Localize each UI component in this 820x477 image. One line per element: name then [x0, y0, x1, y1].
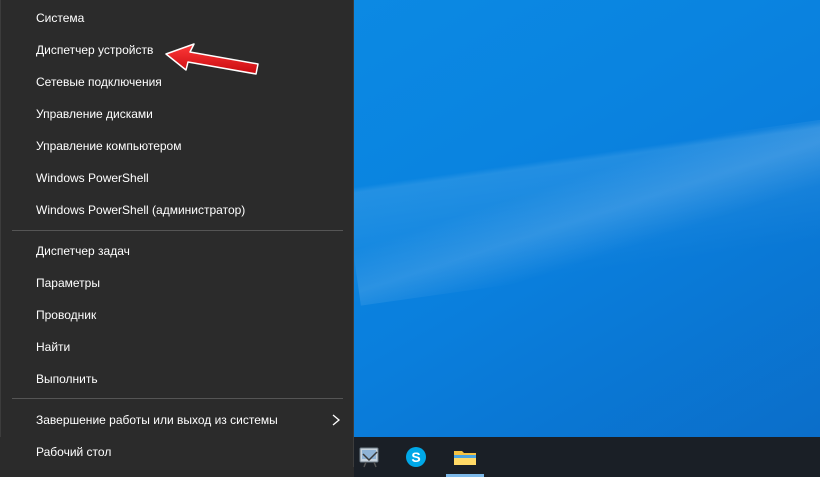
menu-item-task-manager[interactable]: Диспетчер задач — [0, 236, 353, 266]
chevron-right-icon — [332, 414, 341, 426]
menu-item-label: Windows PowerShell (администратор) — [36, 203, 246, 217]
menu-item-label: Завершение работы или выход из системы — [36, 413, 278, 427]
control-panel-icon[interactable] — [356, 443, 384, 471]
file-explorer-icon[interactable] — [451, 443, 479, 471]
menu-item-label: Параметры — [36, 276, 100, 290]
menu-item-label: Windows PowerShell — [36, 171, 149, 185]
menu-item-label: Система — [36, 11, 85, 25]
menu-item-file-explorer[interactable]: Проводник — [0, 300, 353, 330]
menu-item-system[interactable]: Система — [0, 3, 353, 33]
menu-item-label: Управление дисками — [36, 107, 153, 121]
menu-item-label: Управление компьютером — [36, 139, 182, 153]
skype-icon[interactable]: S — [402, 443, 430, 471]
menu-item-label: Сетевые подключения — [36, 75, 162, 89]
menu-item-label: Найти — [36, 340, 71, 354]
menu-item-label: Диспетчер устройств — [36, 43, 154, 57]
menu-item-run[interactable]: Выполнить — [0, 364, 353, 394]
svg-text:S: S — [411, 449, 420, 465]
menu-item-label: Проводник — [36, 308, 97, 322]
menu-item-search[interactable]: Найти — [0, 332, 353, 362]
menu-separator — [12, 398, 343, 399]
red-arrow-icon — [165, 43, 259, 75]
menu-item-shutdown-signout[interactable]: Завершение работы или выход из системы — [0, 405, 353, 435]
menu-item-disk-management[interactable]: Управление дисками — [0, 99, 353, 129]
wallpaper-light-beam — [344, 114, 820, 306]
menu-item-powershell-admin[interactable]: Windows PowerShell (администратор) — [0, 195, 353, 225]
menu-item-label: Рабочий стол — [36, 445, 112, 459]
menu-item-powershell[interactable]: Windows PowerShell — [0, 163, 353, 193]
menu-item-settings[interactable]: Параметры — [0, 268, 353, 298]
menu-item-computer-management[interactable]: Управление компьютером — [0, 131, 353, 161]
menu-bottom-padding — [0, 467, 354, 477]
menu-item-desktop[interactable]: Рабочий стол — [0, 437, 354, 467]
menu-separator — [12, 230, 343, 231]
menu-item-label: Диспетчер задач — [36, 244, 130, 258]
menu-item-label: Выполнить — [36, 372, 98, 386]
